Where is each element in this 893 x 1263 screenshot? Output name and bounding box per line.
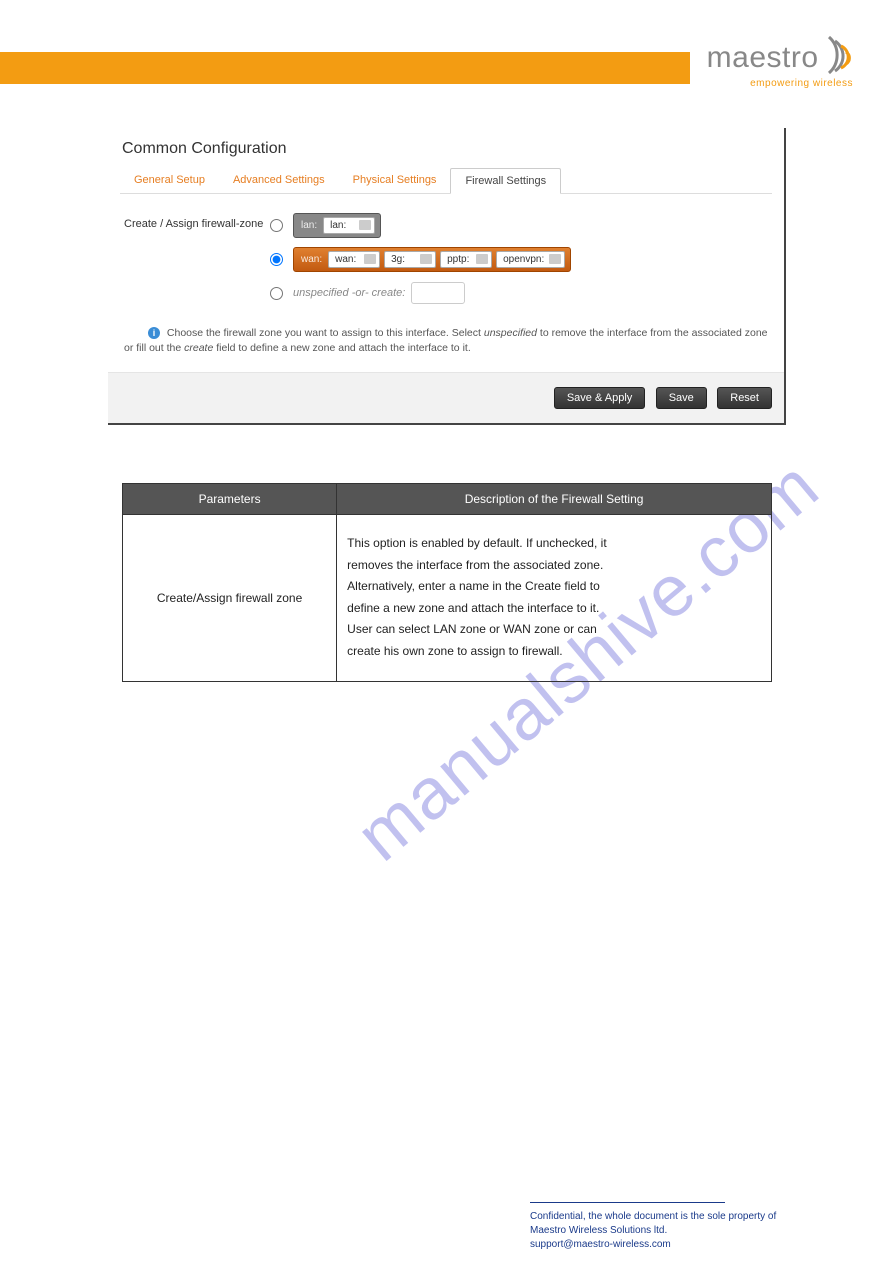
iface-3g: 3g:: [384, 251, 436, 268]
zone-tag-wan: wan:: [299, 254, 324, 265]
table-header-parameters: Parameters: [123, 484, 337, 515]
brand-logo: maestro empowering wireless: [707, 35, 853, 89]
wireless-arcs-icon: [825, 35, 853, 80]
tab-general-setup[interactable]: General Setup: [120, 168, 219, 193]
footer-separator: [530, 1202, 725, 1203]
button-bar: Save & Apply Save Reset: [108, 372, 784, 423]
radio-wan[interactable]: [270, 253, 283, 266]
table-header-description: Description of the Firewall Setting: [337, 484, 772, 515]
tab-physical-settings[interactable]: Physical Settings: [339, 168, 451, 193]
ethernet-icon: [359, 220, 371, 230]
section-title: Common Configuration: [122, 140, 772, 158]
footer-text: Confidential, the whole document is the …: [530, 1210, 850, 1252]
param-description: This option is enabled by default. If un…: [337, 515, 772, 682]
iface-openvpn: openvpn:: [496, 251, 565, 268]
zone-option-unspecified[interactable]: unspecified -or- create:: [270, 280, 772, 306]
config-screenshot: Common Configuration General Setup Advan…: [108, 128, 786, 425]
help-text: i Choose the firewall zone you want to a…: [124, 326, 772, 356]
tab-firewall-settings[interactable]: Firewall Settings: [450, 168, 561, 194]
ethernet-icon: [364, 254, 376, 264]
tab-bar: General Setup Advanced Settings Physical…: [120, 168, 772, 194]
info-icon: i: [148, 327, 160, 339]
tab-advanced-settings[interactable]: Advanced Settings: [219, 168, 339, 193]
radio-lan[interactable]: [270, 219, 283, 232]
zone-option-lan[interactable]: lan: lan:: [270, 212, 772, 238]
save-button[interactable]: Save: [656, 387, 707, 409]
iface-pptp: pptp:: [440, 251, 492, 268]
zone-tag-lan: lan:: [299, 220, 319, 231]
parameters-table: Parameters Description of the Firewall S…: [122, 483, 772, 682]
iface-lan: lan:: [323, 217, 375, 234]
iface-wan: wan:: [328, 251, 380, 268]
tunnel-icon: [476, 254, 488, 264]
table-row: Create/Assign firewall zone This option …: [123, 515, 772, 682]
zone-badge-lan: lan: lan:: [293, 213, 381, 238]
param-name: Create/Assign firewall zone: [123, 515, 337, 682]
field-label: Create / Assign firewall-zone: [120, 212, 270, 230]
unspecified-label: unspecified -or- create:: [293, 287, 405, 299]
reset-button[interactable]: Reset: [717, 387, 772, 409]
modem-icon: [420, 254, 432, 264]
vpn-icon: [549, 254, 561, 264]
zone-badge-wan: wan: wan: 3g: pptp: openvpn:: [293, 247, 571, 272]
zone-option-wan[interactable]: wan: wan: 3g: pptp: openvpn:: [270, 246, 772, 272]
save-apply-button[interactable]: Save & Apply: [554, 387, 645, 409]
radio-unspecified[interactable]: [270, 287, 283, 300]
brand-name: maestro: [707, 41, 819, 75]
header-orange-bar: [0, 52, 690, 84]
firewall-zone-row: Create / Assign firewall-zone lan: lan: …: [120, 212, 772, 314]
create-zone-input[interactable]: [411, 282, 465, 304]
